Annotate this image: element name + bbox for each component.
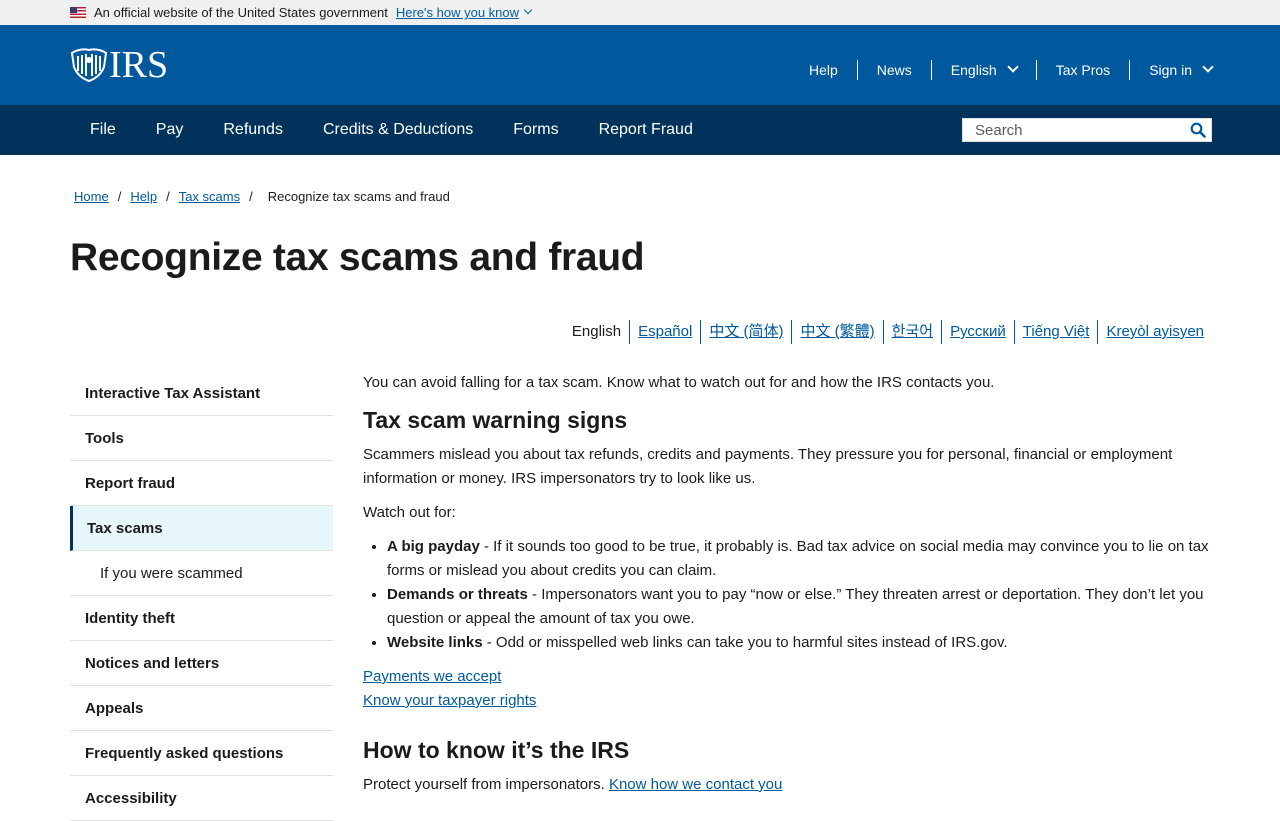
util-tax-pros-link[interactable]: Tax Pros (1035, 60, 1129, 80)
sidenav-report-fraud[interactable]: Report fraud (70, 461, 333, 506)
warning-list: A big payday - If it sounds too good to … (387, 535, 1213, 655)
chevron-down-icon (1007, 61, 1019, 73)
gov-banner-text: An official website of the United States… (94, 5, 388, 20)
breadcrumb-separator: / (166, 189, 170, 204)
protect-text: Protect yourself from impersonators. (363, 776, 605, 793)
warning-paragraph: Scammers mislead you about tax refunds, … (363, 446, 1173, 487)
breadcrumb-separator: / (249, 189, 253, 204)
sidenav-accessibility[interactable]: Accessibility (70, 776, 333, 821)
list-item-title: Demands or threats (387, 586, 528, 603)
list-item-text: - Odd or misspelled web links can take y… (482, 634, 1008, 651)
sign-in-dropdown[interactable]: Sign in (1129, 60, 1214, 80)
list-item-text: - If it sounds too good to be true, it p… (387, 538, 1209, 579)
sidenav-interactive-tax-assistant[interactable]: Interactive Tax Assistant (70, 371, 333, 416)
sidenav-faq[interactable]: Frequently asked questions (70, 731, 333, 776)
list-item: Website links - Odd or misspelled web li… (387, 631, 1213, 655)
logo-text: IRS (109, 44, 169, 86)
how-to-know-heading: How to know it’s the IRS (363, 737, 630, 763)
lang-russian-link[interactable]: Русский (941, 320, 1014, 344)
sidenav-identity-theft[interactable]: Identity theft (70, 596, 333, 641)
breadcrumb: Home / Help / Tax scams / Recognize tax … (74, 189, 450, 204)
breadcrumb-separator: / (117, 189, 122, 204)
nav-credits-deductions[interactable]: Credits & Deductions (303, 121, 493, 139)
nav-pay[interactable]: Pay (136, 121, 204, 139)
nav-report-fraud[interactable]: Report Fraud (579, 121, 713, 139)
breadcrumb-home[interactable]: Home (74, 189, 109, 204)
warning-signs-heading: Tax scam warning signs (363, 407, 628, 433)
lang-haitian-creole-link[interactable]: Kreyòl ayisyen (1097, 320, 1212, 344)
sidenav-notices-letters[interactable]: Notices and letters (70, 641, 333, 686)
lang-korean-link[interactable]: 한국어 (882, 320, 941, 344)
related-links: Payments we accept Know your taxpayer ri… (363, 665, 1213, 713)
nav-refunds[interactable]: Refunds (203, 121, 303, 139)
language-switcher: English Español 中文 (简体) 中文 (繁體) 한국어 Русс… (564, 320, 1212, 344)
eagle-icon (70, 48, 108, 83)
payments-we-accept-link[interactable]: Payments we accept (363, 665, 1213, 689)
util-news-link[interactable]: News (856, 60, 931, 80)
sidenav-if-you-were-scammed[interactable]: If you were scammed (70, 551, 333, 596)
watch-out-label: Watch out for: (363, 504, 456, 521)
lang-chinese-simplified-link[interactable]: 中文 (简体) (700, 320, 791, 344)
intro-paragraph: You can avoid falling for a tax scam. Kn… (363, 374, 995, 391)
heres-how-you-know-link[interactable]: Here's how you know (396, 5, 519, 20)
sidenav-tools[interactable]: Tools (70, 416, 333, 461)
search-icon (1190, 122, 1206, 138)
search-input[interactable] (963, 119, 1185, 141)
main-nav: File Pay Refunds Credits & Deductions Fo… (0, 105, 1280, 155)
chevron-down-icon[interactable] (523, 5, 533, 14)
lang-vietnamese-link[interactable]: Tiếng Việt (1013, 320, 1098, 344)
us-flag-icon (70, 7, 86, 18)
lang-english-current: English (571, 323, 622, 340)
language-label: English (950, 62, 997, 78)
search-box (962, 118, 1212, 142)
breadcrumb-current: Recognize tax scams and fraud (267, 189, 450, 204)
lang-spanish-link[interactable]: Español (629, 320, 700, 344)
sidenav-tax-scams[interactable]: Tax scams (70, 506, 333, 551)
site-header: IRS Help News English Tax Pros Sign in (0, 25, 1280, 105)
page-title: Recognize tax scams and fraud (70, 236, 645, 279)
breadcrumb-tax-scams[interactable]: Tax scams (179, 189, 240, 204)
sidenav-appeals[interactable]: Appeals (70, 686, 333, 731)
list-item: A big payday - If it sounds too good to … (387, 535, 1213, 583)
chevron-down-icon (1202, 61, 1214, 73)
irs-logo[interactable]: IRS (70, 44, 169, 86)
how-we-contact-link[interactable]: Know how we contact you (609, 776, 782, 793)
taxpayer-rights-link[interactable]: Know your taxpayer rights (363, 689, 1213, 713)
nav-forms[interactable]: Forms (493, 121, 578, 139)
side-nav: Interactive Tax Assistant Tools Report f… (70, 371, 333, 821)
list-item: Demands or threats - Impersonators want … (387, 583, 1213, 631)
nav-file[interactable]: File (70, 121, 136, 139)
list-item-title: A big payday (387, 538, 480, 555)
list-item-title: Website links (387, 634, 483, 651)
search-button[interactable] (1185, 119, 1211, 141)
language-dropdown[interactable]: English (930, 60, 1036, 80)
gov-banner: An official website of the United States… (0, 0, 1280, 25)
breadcrumb-help[interactable]: Help (130, 189, 157, 204)
util-help-link[interactable]: Help (790, 60, 857, 80)
main-content: You can avoid falling for a tax scam. Kn… (363, 371, 1213, 807)
utility-nav: Help News English Tax Pros Sign in (790, 60, 1214, 80)
protect-paragraph: Protect yourself from impersonators. Kno… (363, 773, 1213, 797)
lang-chinese-traditional-link[interactable]: 中文 (繁體) (791, 320, 882, 344)
sign-in-label: Sign in (1149, 62, 1192, 78)
